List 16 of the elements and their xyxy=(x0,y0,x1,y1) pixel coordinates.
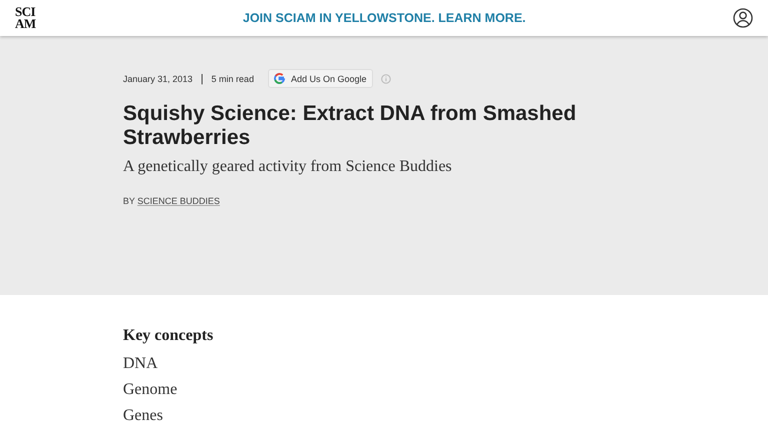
byline-prefix: BY xyxy=(123,196,135,206)
author-link[interactable]: SCIENCE BUDDIES xyxy=(137,196,220,206)
publish-date: January 31, 2013 xyxy=(123,74,193,84)
read-time: 5 min read xyxy=(211,74,254,84)
promo-link[interactable]: JOIN SCIAM IN YELLOWSTONE. LEARN MORE. xyxy=(242,11,526,25)
section-heading: Key concepts xyxy=(123,327,214,345)
concept-item: Genome xyxy=(123,380,178,400)
account-icon[interactable] xyxy=(732,8,753,28)
logo[interactable]: SCI AM xyxy=(15,6,36,30)
article-title: Squishy Science: Extract DNA from Smashed Strawberries xyxy=(123,102,578,150)
concept-item: Genes xyxy=(123,406,164,426)
article-subtitle: A genetically geared activity from Science Buddies xyxy=(123,158,453,176)
google-icon xyxy=(274,73,285,84)
separator: | xyxy=(200,72,204,84)
add-google-button[interactable]: Add Us On Google xyxy=(268,69,372,88)
concept-item: DNA xyxy=(123,354,159,374)
